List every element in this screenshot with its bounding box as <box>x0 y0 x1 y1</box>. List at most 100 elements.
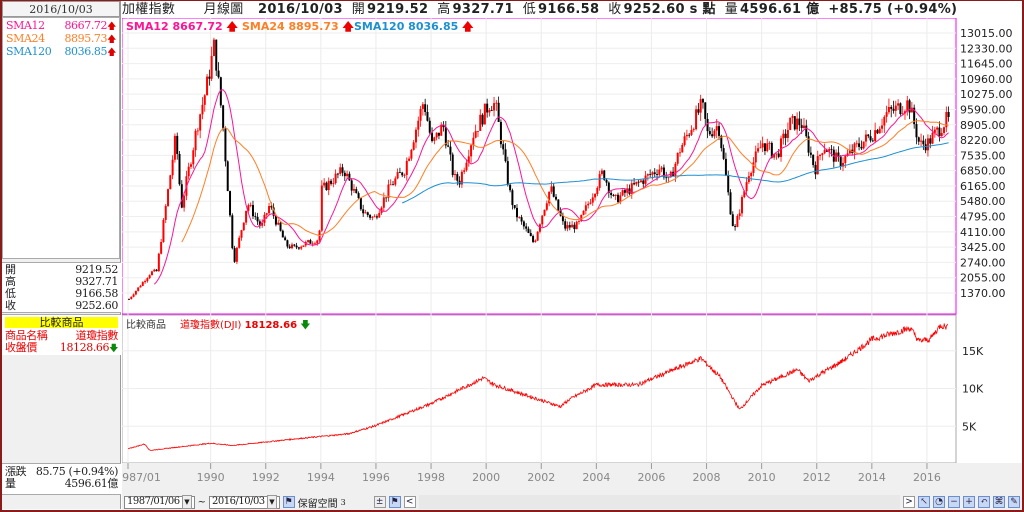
candle-body <box>128 299 130 300</box>
candle-body <box>454 174 457 176</box>
candle-body <box>940 132 943 137</box>
candle-body <box>222 105 225 129</box>
close-row: 收 9252.60 <box>2 300 121 312</box>
candle-body <box>617 194 620 203</box>
candle-body <box>715 126 718 131</box>
candle-body <box>330 180 333 184</box>
candle-body <box>281 230 284 238</box>
candle-body <box>637 181 640 183</box>
compare-price-label: 收盤價 <box>5 341 37 354</box>
candle-body <box>493 103 496 111</box>
y-tick-label: 6850.00 <box>960 165 1006 178</box>
candle-body <box>284 237 287 241</box>
candle-body <box>414 129 417 143</box>
dropdown-icon: ▼ <box>181 495 192 509</box>
pointer-tool-icon[interactable]: ↖ <box>918 496 930 508</box>
candle-body <box>300 246 303 249</box>
candle-body <box>929 138 932 144</box>
zoom-in-icon[interactable]: + <box>963 496 975 508</box>
candle-body <box>518 217 521 219</box>
candle-body <box>291 244 294 249</box>
volume-row: 量 4596.61億 <box>2 478 121 490</box>
candle-body <box>150 271 153 276</box>
candle-body <box>192 150 195 165</box>
candle-body <box>688 134 691 136</box>
spinner-icon[interactable]: ± <box>373 496 386 508</box>
candle-body <box>155 269 158 272</box>
candle-body <box>497 102 500 122</box>
reserve-space-input[interactable]: 3 <box>341 498 371 507</box>
candle-body <box>474 131 477 138</box>
candle-body <box>410 149 413 159</box>
y-tick-label: 6165.00 <box>960 180 1006 193</box>
scroll-right-button[interactable]: > <box>903 496 915 508</box>
x-tick-label: 1990 <box>197 471 225 484</box>
candle-body <box>906 100 909 112</box>
candle-body <box>598 174 601 188</box>
candle-body <box>265 213 268 215</box>
settings-icon[interactable]: ⚑ <box>388 496 401 508</box>
candle-body <box>577 221 580 222</box>
candle-body <box>332 183 335 184</box>
sma120-value: 8036.85 <box>64 45 108 58</box>
candle-body <box>373 216 376 218</box>
candle-body <box>392 184 395 186</box>
candle-body <box>375 216 378 218</box>
candle-body <box>591 197 594 203</box>
candle-body <box>594 193 597 198</box>
clock-tool-icon[interactable]: ◔ <box>933 496 945 508</box>
close-value: 9252.60 <box>75 299 118 312</box>
arrow-down-icon: 🡇 <box>109 344 118 354</box>
candle-body <box>853 143 856 153</box>
candle-body <box>346 173 349 177</box>
candle-body <box>605 179 608 183</box>
horizontal-scrollbar[interactable] <box>418 495 900 509</box>
candle-body <box>708 131 711 135</box>
candle-body <box>527 228 530 233</box>
zoom-out-icon[interactable]: − <box>948 496 960 508</box>
y-tick-label: 4110.00 <box>960 226 1006 239</box>
candle-body <box>476 130 479 132</box>
undo-icon[interactable]: ↶ <box>978 496 990 508</box>
draw-tool-icon[interactable]: ✎ <box>1008 496 1020 508</box>
y2-tick-label: 15K <box>962 345 984 358</box>
candle-body <box>736 216 739 227</box>
candle-body <box>173 135 176 160</box>
candle-body <box>405 160 408 175</box>
candle-body <box>208 76 211 79</box>
candle-body <box>203 95 206 105</box>
y-tick-label: 2740.00 <box>960 256 1006 269</box>
candle-body <box>610 192 613 196</box>
candle-body <box>224 128 227 162</box>
to-date-select[interactable]: 2016/10/03 ▼ <box>209 495 280 509</box>
candle-body <box>334 173 337 184</box>
price-chart[interactable]: 13015.00 12330.00 11645.00 10960.00 10275.00… <box>122 18 1022 494</box>
candle-body <box>623 190 626 193</box>
candle-body <box>557 199 560 211</box>
scroll-left-button[interactable]: < <box>403 496 416 508</box>
candle-body <box>536 231 539 241</box>
sma120-row: SMA120 8036.85🡅 <box>3 46 119 59</box>
candle-body <box>724 158 727 176</box>
candle-body <box>341 167 344 173</box>
candle-body <box>798 118 801 126</box>
from-date-select[interactable]: 1987/01/06 ▼ <box>124 495 195 509</box>
close-label: 收 <box>5 299 16 312</box>
symbol-name: 加權指數 <box>122 2 176 17</box>
fit-icon[interactable]: ⌘ <box>993 496 1005 508</box>
apply-range-icon[interactable]: ⚑ <box>282 496 295 508</box>
candle-body <box>532 236 535 242</box>
candle-body <box>740 197 743 214</box>
candle-body <box>256 216 259 222</box>
candle-body <box>768 142 771 144</box>
y-tick-label: 10960.00 <box>960 73 1013 86</box>
candle-body <box>479 114 482 131</box>
sma-values: SMA12 8667.72🡅 SMA24 8895.73🡅 SMA120 8036.8… <box>2 17 120 259</box>
candle-body <box>486 103 489 113</box>
header-open-label: 開 <box>351 2 366 17</box>
candle-body <box>307 240 310 242</box>
candle-body <box>320 185 323 231</box>
candle-body <box>456 174 459 181</box>
candle-body <box>587 203 590 206</box>
candle-body <box>761 143 764 148</box>
